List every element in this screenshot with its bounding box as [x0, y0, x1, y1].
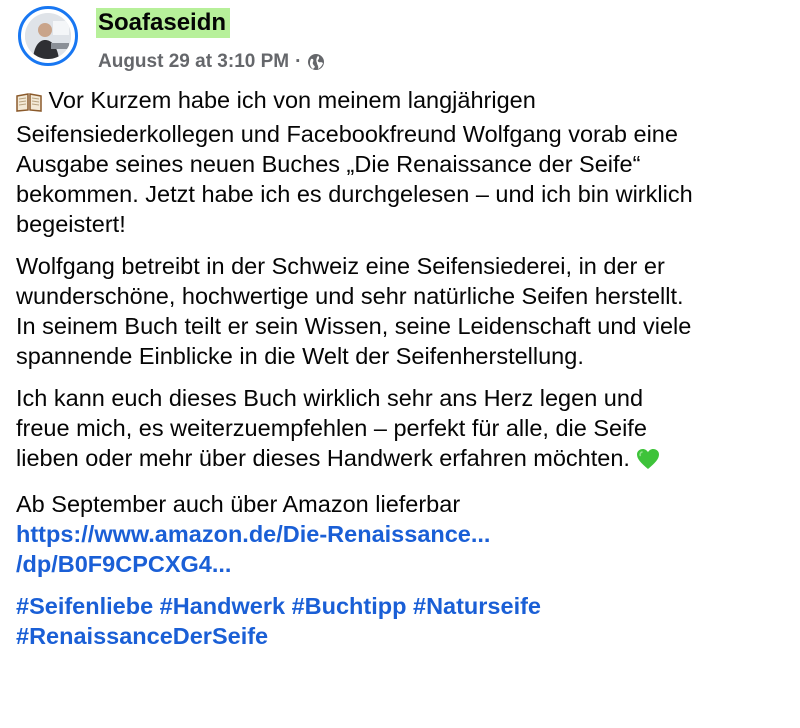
text-line: Wolfgang betreibt in der Schweiz eine Se… [16, 253, 665, 279]
amazon-link-continued[interactable]: /dp/B0F9CPCXG4... [16, 549, 786, 579]
text-line: lieben oder mehr über dieses Handwerk er… [16, 443, 786, 477]
avatar-photo [25, 13, 71, 59]
text-line: Vor Kurzem habe ich von meinem langjähri… [16, 85, 786, 119]
text-line: wunderschöne, hochwertige und sehr natür… [16, 283, 684, 309]
hashtags: #Seifenliebe #Handwerk #Buchtipp #Naturs… [16, 591, 786, 651]
book-emoji-icon [16, 89, 42, 119]
text-line: Seifensiederkollegen und Facebookfreund … [16, 121, 678, 147]
meta-separator: · [295, 51, 302, 72]
hashtag-line[interactable]: #RenaissanceDerSeife [16, 621, 786, 651]
paragraph-3: Ich kann euch dieses Buch wirklich sehr … [16, 383, 786, 477]
avatar[interactable] [18, 6, 78, 66]
paragraph-4: Ab September auch über Amazon lieferbar … [16, 489, 786, 579]
author-name[interactable]: Soafaseidn [96, 8, 231, 38]
facebook-post: Soafaseidn August 29 at 3:10 PM · Vor Ku… [0, 0, 800, 728]
text-line: freue mich, es weiterzuempfehlen – perfe… [16, 415, 647, 441]
post-date[interactable]: August 29 at 3:10 PM [98, 50, 289, 74]
text-line: Ich kann euch dieses Buch wirklich sehr … [16, 385, 644, 411]
text-line: begeistert! [16, 211, 126, 237]
text-line: spannende Einblicke in die Welt der Seif… [16, 343, 584, 369]
hashtag-line[interactable]: #Seifenliebe #Handwerk #Buchtipp #Naturs… [16, 591, 786, 621]
amazon-link[interactable]: https://www.amazon.de/Die-Renaissance... [16, 519, 786, 549]
post-header: Soafaseidn August 29 at 3:10 PM · [18, 6, 778, 74]
globe-icon[interactable] [307, 53, 325, 71]
post-body: Vor Kurzem habe ich von meinem langjähri… [16, 85, 786, 663]
green-heart-icon [636, 447, 660, 477]
text-line: Ab September auch über Amazon lieferbar [16, 491, 461, 517]
text-line: bekommen. Jetzt habe ich es durchgelesen… [16, 181, 693, 207]
paragraph-1: Vor Kurzem habe ich von meinem langjähri… [16, 85, 786, 239]
post-meta: August 29 at 3:10 PM · [98, 50, 325, 74]
paragraph-2: Wolfgang betreibt in der Schweiz eine Se… [16, 251, 786, 371]
text-line: Ausgabe seines neuen Buches „Die Renaiss… [16, 151, 641, 177]
text-line: In seinem Buch teilt er sein Wissen, sei… [16, 313, 692, 339]
